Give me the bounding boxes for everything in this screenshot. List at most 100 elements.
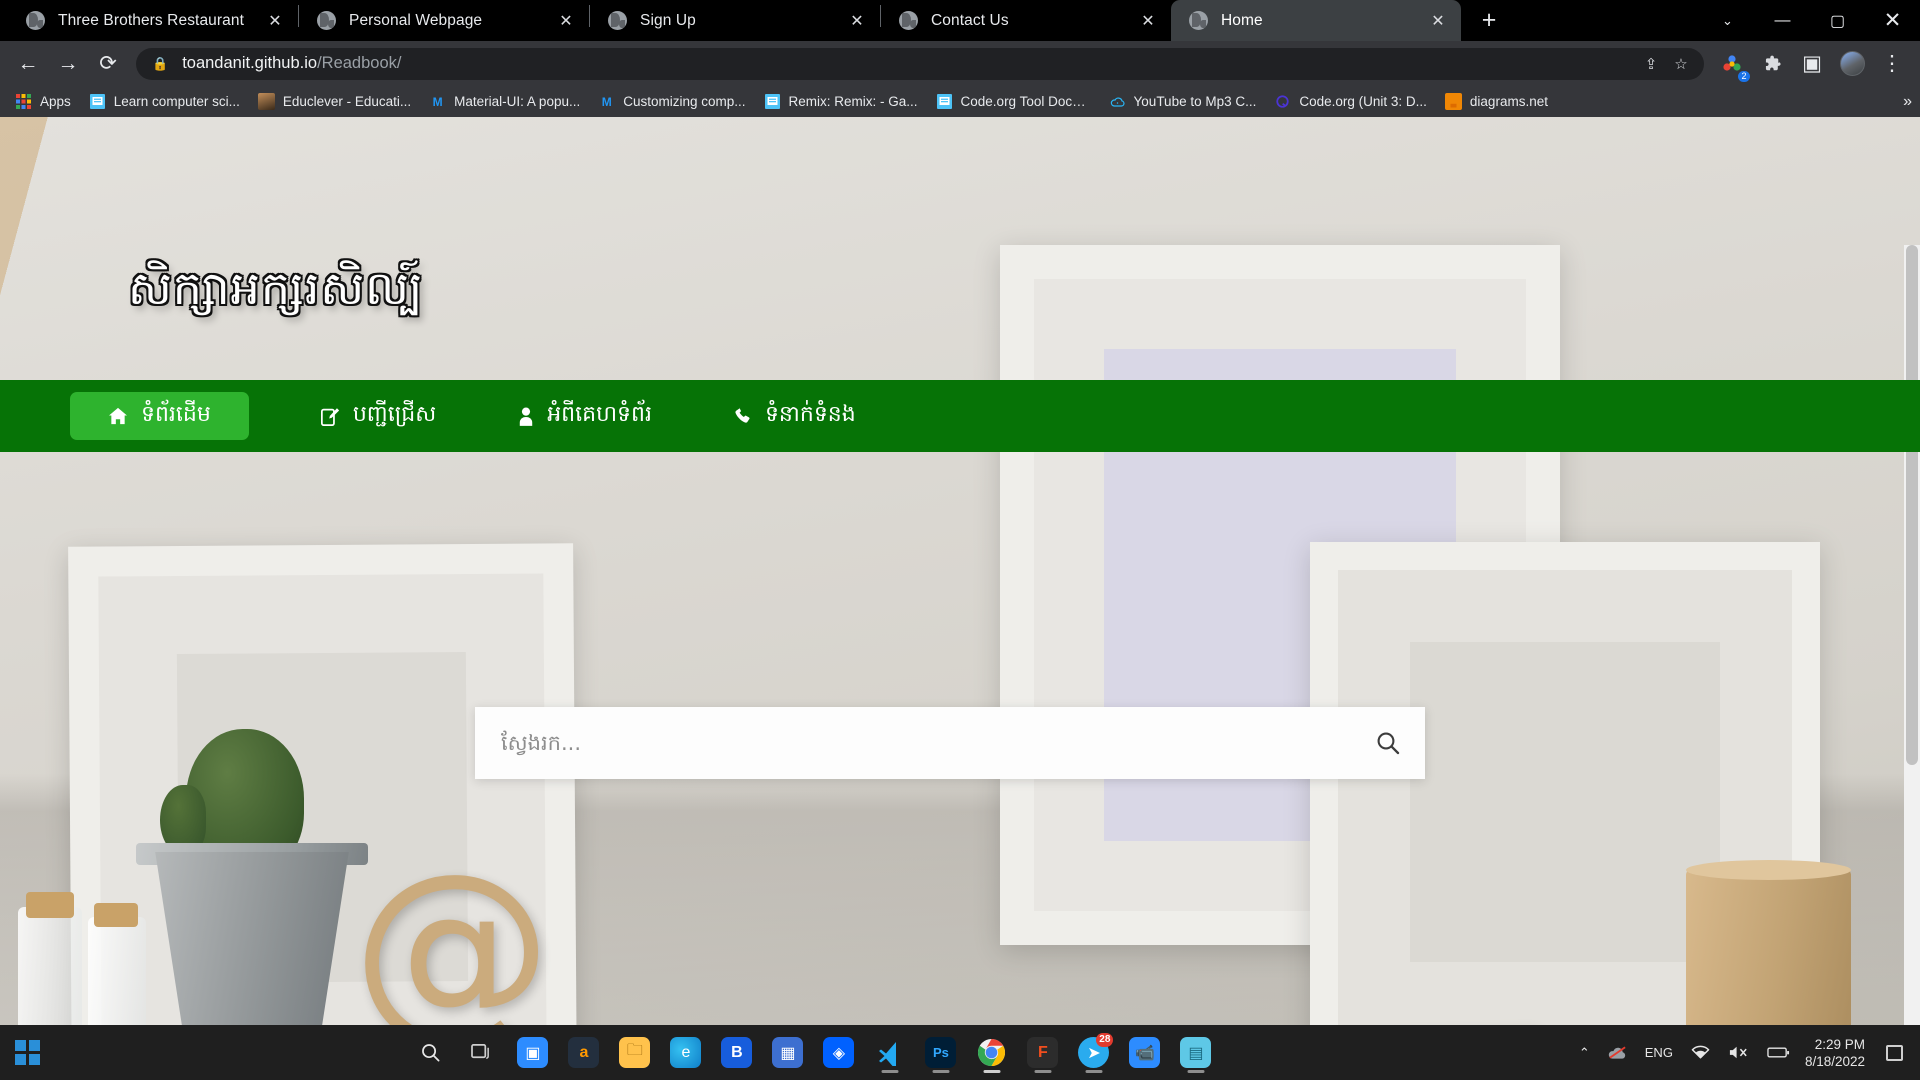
globe-favicon-icon: [26, 11, 45, 30]
taskbar-notepad-icon[interactable]: ▤: [1172, 1029, 1219, 1076]
taskbar-clock[interactable]: 2:29 PM 8/18/2022: [1801, 1036, 1875, 1070]
browser-tab-5-active[interactable]: Home ✕: [1171, 0, 1461, 41]
extensions-puzzle-icon[interactable]: [1752, 44, 1792, 84]
gmail-icon: M: [601, 94, 612, 109]
nav-item-about[interactable]: អំពីគេហទំព័រ: [508, 394, 662, 438]
taskbar-zoom-meeting-icon[interactable]: 📹: [1121, 1029, 1168, 1076]
slides-icon: [764, 93, 781, 110]
bookmark-youtube-to-mp3[interactable]: YouTube to Mp3 C...: [1100, 89, 1266, 115]
start-button[interactable]: [0, 1040, 55, 1065]
tab-title: Three Brothers Restaurant: [58, 11, 245, 29]
taskbar-bitwarden-icon[interactable]: B: [713, 1029, 760, 1076]
bookmark-label: Remix: Remix: - Ga...: [788, 94, 918, 109]
share-icon[interactable]: ⇪: [1638, 51, 1664, 77]
apps-grid-icon: [15, 93, 32, 110]
bookmark-diagrams-net[interactable]: diagrams.net: [1436, 89, 1557, 115]
taskbar-amazon-icon[interactable]: a: [560, 1029, 607, 1076]
bookmarks-overflow-icon[interactable]: »: [1903, 93, 1912, 111]
minimize-button[interactable]: —: [1755, 0, 1810, 41]
onedrive-icon[interactable]: [1601, 1030, 1634, 1076]
taskbar-photoshop-icon[interactable]: Ps: [917, 1029, 964, 1076]
taskbar-file-explorer-icon[interactable]: 🗀: [611, 1029, 658, 1076]
taskbar-google-chrome-icon[interactable]: [968, 1029, 1015, 1076]
browser-tab-4[interactable]: Contact Us ✕: [881, 0, 1171, 41]
nav-item-list[interactable]: បញ្ជីជ្រើស: [311, 394, 446, 438]
photo-icon: [257, 93, 275, 110]
tray-overflow-icon[interactable]: ⌃: [1572, 1030, 1597, 1076]
wifi-icon[interactable]: [1684, 1030, 1717, 1076]
taskbar-open-indicator: [1085, 1070, 1103, 1073]
bookmark-material-ui[interactable]: M Material-UI: A popu...: [420, 89, 589, 115]
taskbar-figma-icon[interactable]: F: [1019, 1029, 1066, 1076]
tab-close-icon[interactable]: ✕: [264, 10, 286, 32]
taskbar-telegram-icon[interactable]: ➤ 28: [1070, 1029, 1117, 1076]
bookmark-label: Material-UI: A popu...: [454, 94, 581, 109]
diagrams-icon: [1444, 93, 1462, 110]
bookmark-learn-computer-sci[interactable]: Learn computer sci...: [80, 89, 249, 115]
nav-item-contact[interactable]: ទំនាក់ទំនង: [724, 394, 866, 438]
bookmark-customizing-comp[interactable]: M Customizing comp...: [589, 89, 754, 115]
url-host: toandanit.github.io: [182, 54, 318, 72]
browser-tab-3[interactable]: Sign Up ✕: [590, 0, 880, 41]
bookmark-code-org-unit3[interactable]: Code.org (Unit 3: D...: [1265, 89, 1436, 115]
telegram-badge-count: 28: [1096, 1033, 1114, 1047]
tab-close-icon[interactable]: ✕: [1427, 10, 1449, 32]
taskbar-microsoft-store-icon[interactable]: ▦: [764, 1029, 811, 1076]
volume-icon[interactable]: [1721, 1030, 1756, 1076]
taskbar-dropbox-icon[interactable]: ◈: [815, 1029, 862, 1076]
clock-time: 2:29 PM: [1814, 1036, 1865, 1052]
search-input[interactable]: [475, 707, 1351, 779]
web-page-content: @ សិក្សាអក្សរសិល្ប៍ ទំព័រដើម បញ្ជីជ្រើស: [0, 117, 1920, 1055]
battery-icon[interactable]: [1760, 1030, 1797, 1076]
browser-window: Three Brothers Restaurant ✕ Personal Web…: [0, 0, 1920, 1055]
taskbar-zoom-icon[interactable]: ▣: [509, 1029, 556, 1076]
forward-icon[interactable]: →: [48, 44, 88, 84]
site-search-box: [475, 707, 1425, 779]
language-indicator[interactable]: ENG: [1638, 1030, 1680, 1076]
scrollbar-thumb[interactable]: [1906, 245, 1918, 765]
extension-colorful-icon[interactable]: 2: [1712, 44, 1752, 84]
search-icon[interactable]: [1351, 707, 1425, 779]
bookmark-educlever[interactable]: Educlever - Educati...: [249, 89, 420, 115]
bookmark-star-icon[interactable]: ☆: [1668, 51, 1694, 77]
close-window-button[interactable]: ✕: [1865, 0, 1920, 41]
tab-strip: Three Brothers Restaurant ✕ Personal Web…: [0, 0, 1920, 41]
tab-close-icon[interactable]: ✕: [555, 10, 577, 32]
nav-item-home[interactable]: ទំព័រដើម: [70, 392, 249, 440]
bookmark-remix[interactable]: Remix: Remix: - Ga...: [755, 89, 927, 115]
bookmark-label: Code.org Tool Docu...: [960, 94, 1091, 109]
side-panel-icon[interactable]: ▣: [1792, 44, 1832, 84]
taskbar-search-icon[interactable]: [407, 1029, 454, 1076]
decorative-cork: [94, 903, 138, 927]
browser-tab-1[interactable]: Three Brothers Restaurant ✕: [8, 0, 298, 41]
maximize-button[interactable]: ▢: [1810, 0, 1865, 41]
taskbar-microsoft-edge-icon[interactable]: e: [662, 1029, 709, 1076]
clock-date: 8/18/2022: [1804, 1053, 1865, 1069]
taskbar-task-view-icon[interactable]: [458, 1029, 505, 1076]
page-scrollbar[interactable]: ▲ ▼: [1904, 245, 1920, 1055]
tab-close-icon[interactable]: ✕: [846, 10, 868, 32]
globe-favicon-icon: [317, 11, 336, 30]
notification-icon[interactable]: [1879, 1030, 1910, 1076]
bookmark-label: YouTube to Mp3 C...: [1133, 94, 1257, 109]
address-bar[interactable]: 🔒 toandanit.github.io/Readbook/ ⇪ ☆: [136, 47, 1704, 80]
url-path: /Readbook/: [317, 54, 402, 72]
browser-tab-2[interactable]: Personal Webpage ✕: [299, 0, 589, 41]
bookmark-code-org-tool-doc[interactable]: Code.org Tool Docu...: [927, 89, 1100, 115]
phone-icon: [734, 407, 752, 425]
profile-avatar[interactable]: [1832, 44, 1872, 84]
site-navigation-bar: ទំព័រដើម បញ្ជីជ្រើស អំពីគេហទំព័រ ទំនាក់ទ…: [0, 380, 1920, 452]
browser-menu-icon[interactable]: ⋮: [1872, 44, 1912, 84]
back-icon[interactable]: ←: [8, 44, 48, 84]
taskbar-visual-studio-code-icon[interactable]: [866, 1029, 913, 1076]
home-icon: [108, 407, 128, 425]
bookmark-label: Customizing comp...: [623, 94, 746, 109]
tab-close-icon[interactable]: ✕: [1137, 10, 1159, 32]
tab-search-chevron-icon[interactable]: ⌄: [1700, 0, 1755, 41]
taskbar-open-indicator: [1187, 1070, 1205, 1073]
bookmark-apps[interactable]: Apps: [6, 89, 80, 115]
new-tab-button[interactable]: +: [1471, 2, 1507, 38]
reload-icon[interactable]: ⟳: [88, 44, 128, 84]
globe-favicon-icon: [899, 11, 918, 30]
bookmark-label: Learn computer sci...: [113, 94, 240, 109]
